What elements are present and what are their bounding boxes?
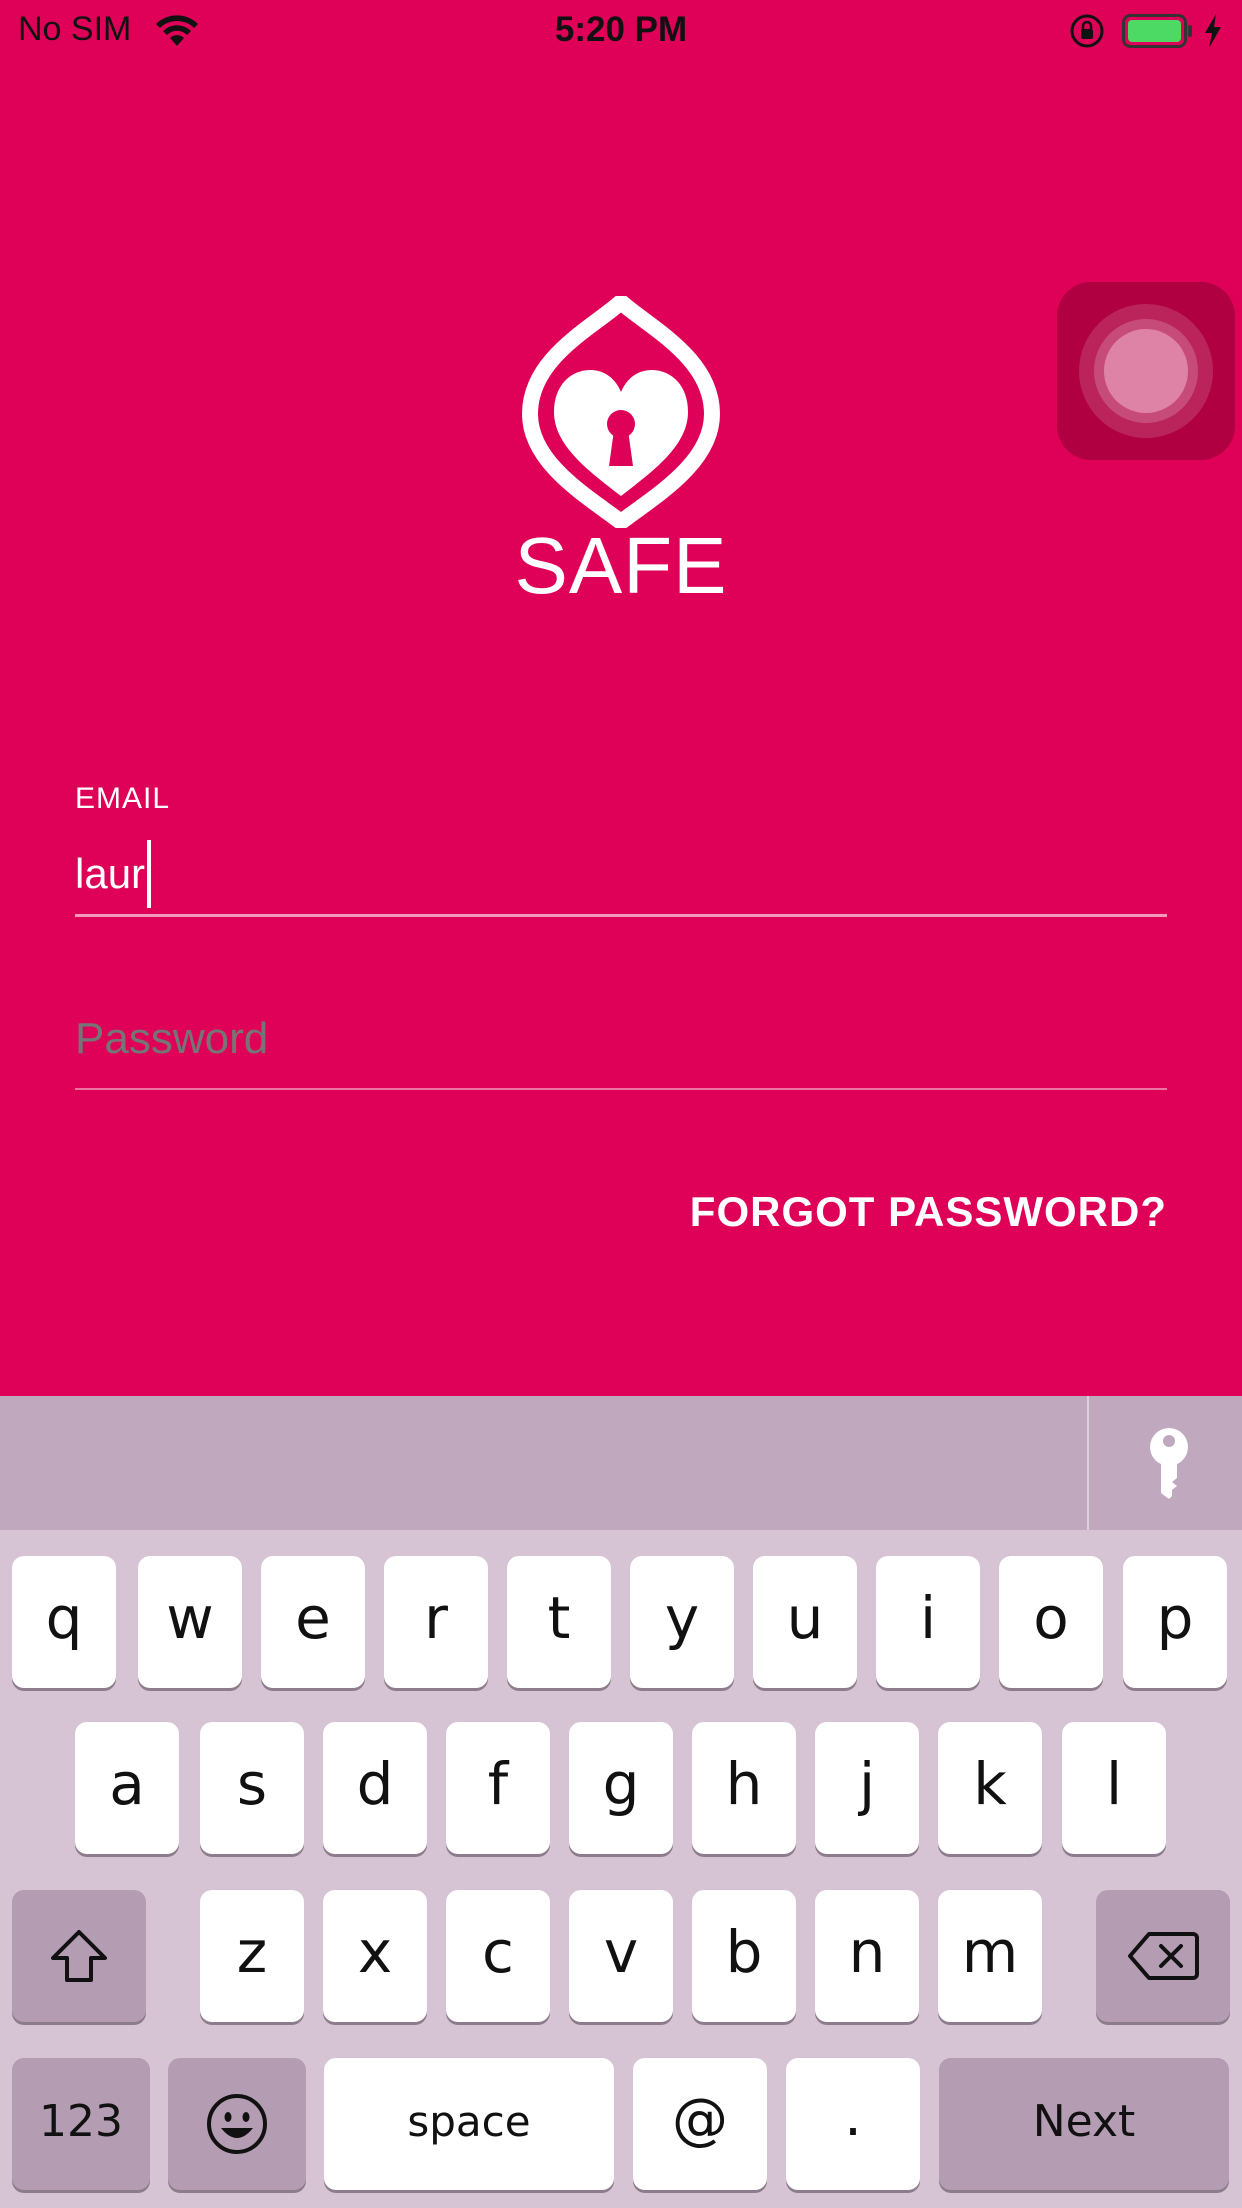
numbers-key[interactable]: 123 <box>12 2058 150 2190</box>
key-r[interactable]: r <box>384 1556 488 1688</box>
battery-icon <box>1122 14 1192 48</box>
text-cursor <box>147 840 152 908</box>
backspace-icon <box>1128 1932 1199 1980</box>
email-value: laur <box>75 850 146 897</box>
key-f[interactable]: f <box>446 1722 550 1854</box>
heart-keyhole-lock-icon <box>522 296 720 528</box>
password-field[interactable] <box>75 1014 1167 1064</box>
key-s[interactable]: s <box>200 1722 304 1854</box>
space-key[interactable]: space <box>324 2058 614 2190</box>
key-d[interactable]: d <box>323 1722 427 1854</box>
password-underline <box>75 1088 1167 1090</box>
at-key[interactable]: @ <box>633 2058 767 2190</box>
key-e[interactable]: e <box>261 1556 365 1688</box>
email-field[interactable]: laur <box>75 840 152 908</box>
key-k[interactable]: k <box>938 1722 1042 1854</box>
key-t[interactable]: t <box>507 1556 611 1688</box>
next-key[interactable]: Next <box>939 2058 1229 2190</box>
key-p[interactable]: p <box>1123 1556 1227 1688</box>
key-i[interactable]: i <box>876 1556 980 1688</box>
status-time: 5:20 PM <box>554 10 688 49</box>
shift-icon <box>51 1930 107 1982</box>
assistive-touch-core <box>1104 329 1188 413</box>
status-bar: No SIM 5:20 PM <box>0 0 1242 62</box>
key-l[interactable]: l <box>1062 1722 1166 1854</box>
forgot-password-link[interactable]: FORGOT PASSWORD? <box>690 1188 1167 1236</box>
key-u[interactable]: u <box>753 1556 857 1688</box>
key-w[interactable]: w <box>138 1556 242 1688</box>
key-c[interactable]: c <box>446 1890 550 2022</box>
shift-key[interactable] <box>12 1890 146 2022</box>
key-z[interactable]: z <box>200 1890 304 2022</box>
email-underline <box>75 914 1167 917</box>
rotation-lock-icon <box>1070 14 1104 48</box>
key-q[interactable]: q <box>12 1556 116 1688</box>
keyboard-toolbar-divider <box>1087 1396 1089 1530</box>
backspace-key[interactable] <box>1096 1890 1230 2022</box>
keyboard-toolbar <box>0 1396 1242 1530</box>
emoji-icon <box>207 2094 267 2154</box>
key-n[interactable]: n <box>815 1890 919 2022</box>
charging-bolt-icon <box>1205 14 1221 48</box>
key-m[interactable]: m <box>938 1890 1042 2022</box>
key-g[interactable]: g <box>569 1722 673 1854</box>
emoji-key[interactable] <box>168 2058 306 2190</box>
keyboard: q w e r t y u i o p a s d f g h j k l z … <box>0 1530 1242 2208</box>
app-name: SAFE <box>514 521 728 610</box>
key-o[interactable]: o <box>999 1556 1103 1688</box>
key-j[interactable]: j <box>815 1722 919 1854</box>
key-b[interactable]: b <box>692 1890 796 2022</box>
key-icon[interactable] <box>1142 1426 1196 1500</box>
key-v[interactable]: v <box>569 1890 673 2022</box>
key-x[interactable]: x <box>323 1890 427 2022</box>
key-y[interactable]: y <box>630 1556 734 1688</box>
key-h[interactable]: h <box>692 1722 796 1854</box>
period-key[interactable]: . <box>786 2058 920 2190</box>
email-label: EMAIL <box>75 782 171 815</box>
key-a[interactable]: a <box>75 1722 179 1854</box>
